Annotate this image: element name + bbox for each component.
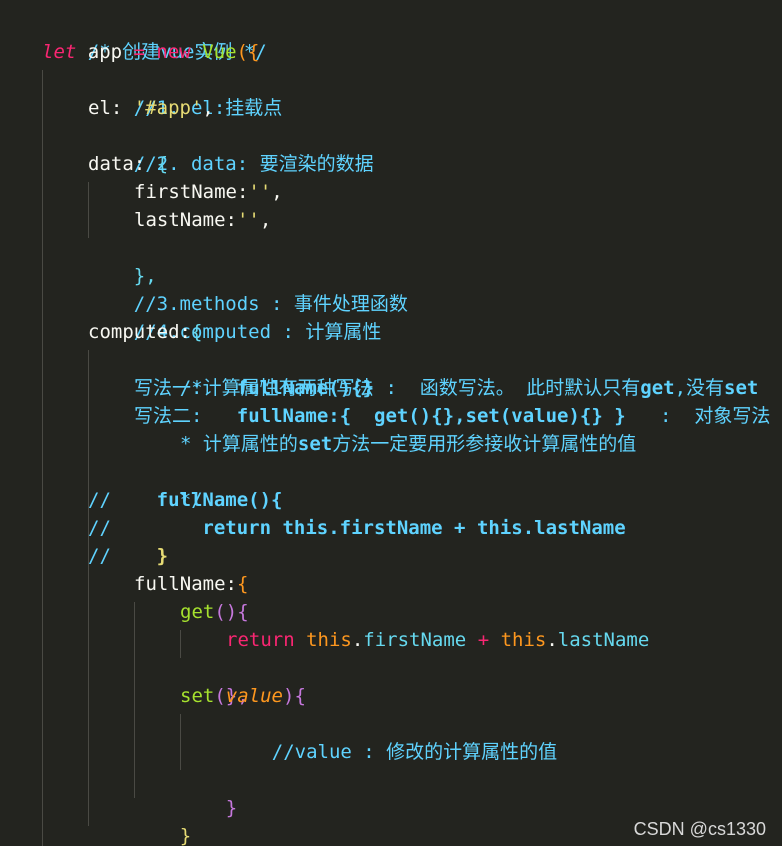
code-line: //2. data: 要渲染的数据 [88, 122, 374, 175]
variable-app: app [76, 41, 134, 63]
code-comment-bold: set [724, 377, 759, 399]
code-line: //3.methods : 事件处理函数 [88, 262, 408, 315]
code-line: data: { [88, 150, 168, 178]
property-key: lastName: [134, 209, 237, 231]
method-set: set [180, 685, 215, 707]
code-comment: 方法一定要用形参接收计算属性的值 [332, 433, 637, 455]
property-access: firstName [363, 629, 467, 651]
paren: ( [236, 41, 248, 63]
string-literal: '#app' [133, 97, 203, 119]
code-comment: : 函数写法。 此时默认只有 [374, 377, 641, 399]
code-comment: // [88, 517, 111, 539]
string-literal: '' [248, 181, 272, 203]
code-line: //4.computed : 计算属性 [88, 290, 382, 343]
paren: () [214, 601, 238, 623]
code-line: } [180, 766, 237, 819]
comma: , [271, 181, 283, 203]
property-key: computed: [88, 321, 191, 343]
code-line: 写法二: fullName:{ get(){},set(value){} } :… [134, 402, 770, 430]
code-line: let app = new Vue({ [42, 38, 259, 66]
code-comment-bold: fullName(){ [110, 489, 283, 511]
brace: { [190, 321, 203, 343]
dot: . [546, 629, 558, 651]
code-line: /* 创建vue实例 */ [42, 10, 267, 63]
code-line: // return this.firstName + this.lastName [88, 514, 626, 542]
brace: { [247, 41, 260, 63]
code-line: //1. el:挂载点 [88, 66, 283, 119]
code-comment-bold: set [297, 433, 333, 455]
comma: , [259, 209, 272, 231]
brace: } [179, 825, 192, 846]
code-line: firstName:'', [134, 178, 283, 206]
indent-guide [42, 70, 43, 846]
code-comment-bold: get [640, 377, 675, 399]
code-line: }, [88, 234, 157, 287]
code-comment: // [88, 545, 111, 567]
brace: { [237, 601, 249, 623]
code-line: }, [180, 654, 249, 707]
comma: , [202, 97, 214, 119]
code-comment: // [88, 489, 111, 511]
code-comment-bold: } [110, 545, 169, 567]
keyword-return: return [226, 629, 307, 651]
code-line: lastName:'', [134, 206, 271, 234]
code-comment-bold: fullName:{ get(){},set(value){} } [236, 405, 626, 427]
brace: { [236, 573, 249, 595]
parameter-value: value [225, 685, 283, 707]
brace: { [156, 153, 169, 175]
brace: { [294, 685, 306, 707]
string-literal: '' [236, 209, 260, 231]
property-key: firstName: [134, 181, 249, 203]
code-comment-bold: return this.firstName + this.lastName [110, 517, 626, 539]
property-key: fullName: [134, 573, 237, 595]
code-editor[interactable]: /* 创建vue实例 */ let app = new Vue({ //1. e… [0, 0, 782, 846]
operator-plus: + [466, 629, 501, 651]
code-line: set(value){ [180, 682, 306, 710]
dot: . [351, 629, 364, 651]
operator-equals: = [133, 41, 145, 63]
indent-guide [134, 602, 135, 798]
property-key: el: [88, 97, 134, 119]
indent-guide [88, 350, 89, 826]
keyword-this: this [306, 629, 352, 651]
code-comment: : 对象写法 [625, 405, 771, 427]
code-line: 写法一: fullName(){} : 函数写法。 此时默认只有get,没有se… [134, 374, 758, 402]
keyword-new: new [144, 41, 203, 63]
code-comment: ,没有 [674, 377, 725, 399]
code-line: // fullName(){ [88, 486, 282, 514]
keyword-this: this [500, 629, 547, 651]
code-line: } [88, 822, 145, 846]
code-line: * 计算属性的set方法一定要用形参接收计算属性的值 [180, 430, 636, 458]
code-comment: //value : 修改的计算属性的值 [271, 741, 558, 763]
code-line: computed:{ [88, 318, 202, 346]
code-comment: 写法一: [134, 377, 237, 399]
code-line: get(){ [180, 598, 249, 626]
paren: ( [214, 685, 226, 707]
code-line: // } [88, 542, 168, 570]
watermark: CSDN @cs1330 [633, 819, 766, 839]
code-comment: 写法二: [134, 405, 237, 427]
code-comment: //2. data: 要渲染的数据 [133, 153, 374, 175]
class-vue: Vue [202, 41, 237, 63]
property-access: lastName [557, 629, 650, 651]
code-line: return this.firstName + this.lastName [226, 626, 649, 654]
code-comment: * 计算属性的 [180, 433, 298, 455]
brace: } [225, 797, 238, 819]
method-get: get [180, 601, 215, 623]
paren: ) [282, 685, 295, 707]
code-line: //value : 修改的计算属性的值 [226, 710, 557, 763]
keyword-let: let [42, 41, 77, 63]
code-line: */ [134, 458, 203, 511]
code-line: el: '#app', [88, 94, 214, 122]
code-line: fullName:{ [134, 570, 248, 598]
code-line: } [134, 794, 191, 846]
property-key: data: [88, 153, 157, 175]
code-comment-bold: fullName(){} [236, 377, 375, 399]
code-line: /*计算属性有两种写法 [134, 346, 374, 399]
